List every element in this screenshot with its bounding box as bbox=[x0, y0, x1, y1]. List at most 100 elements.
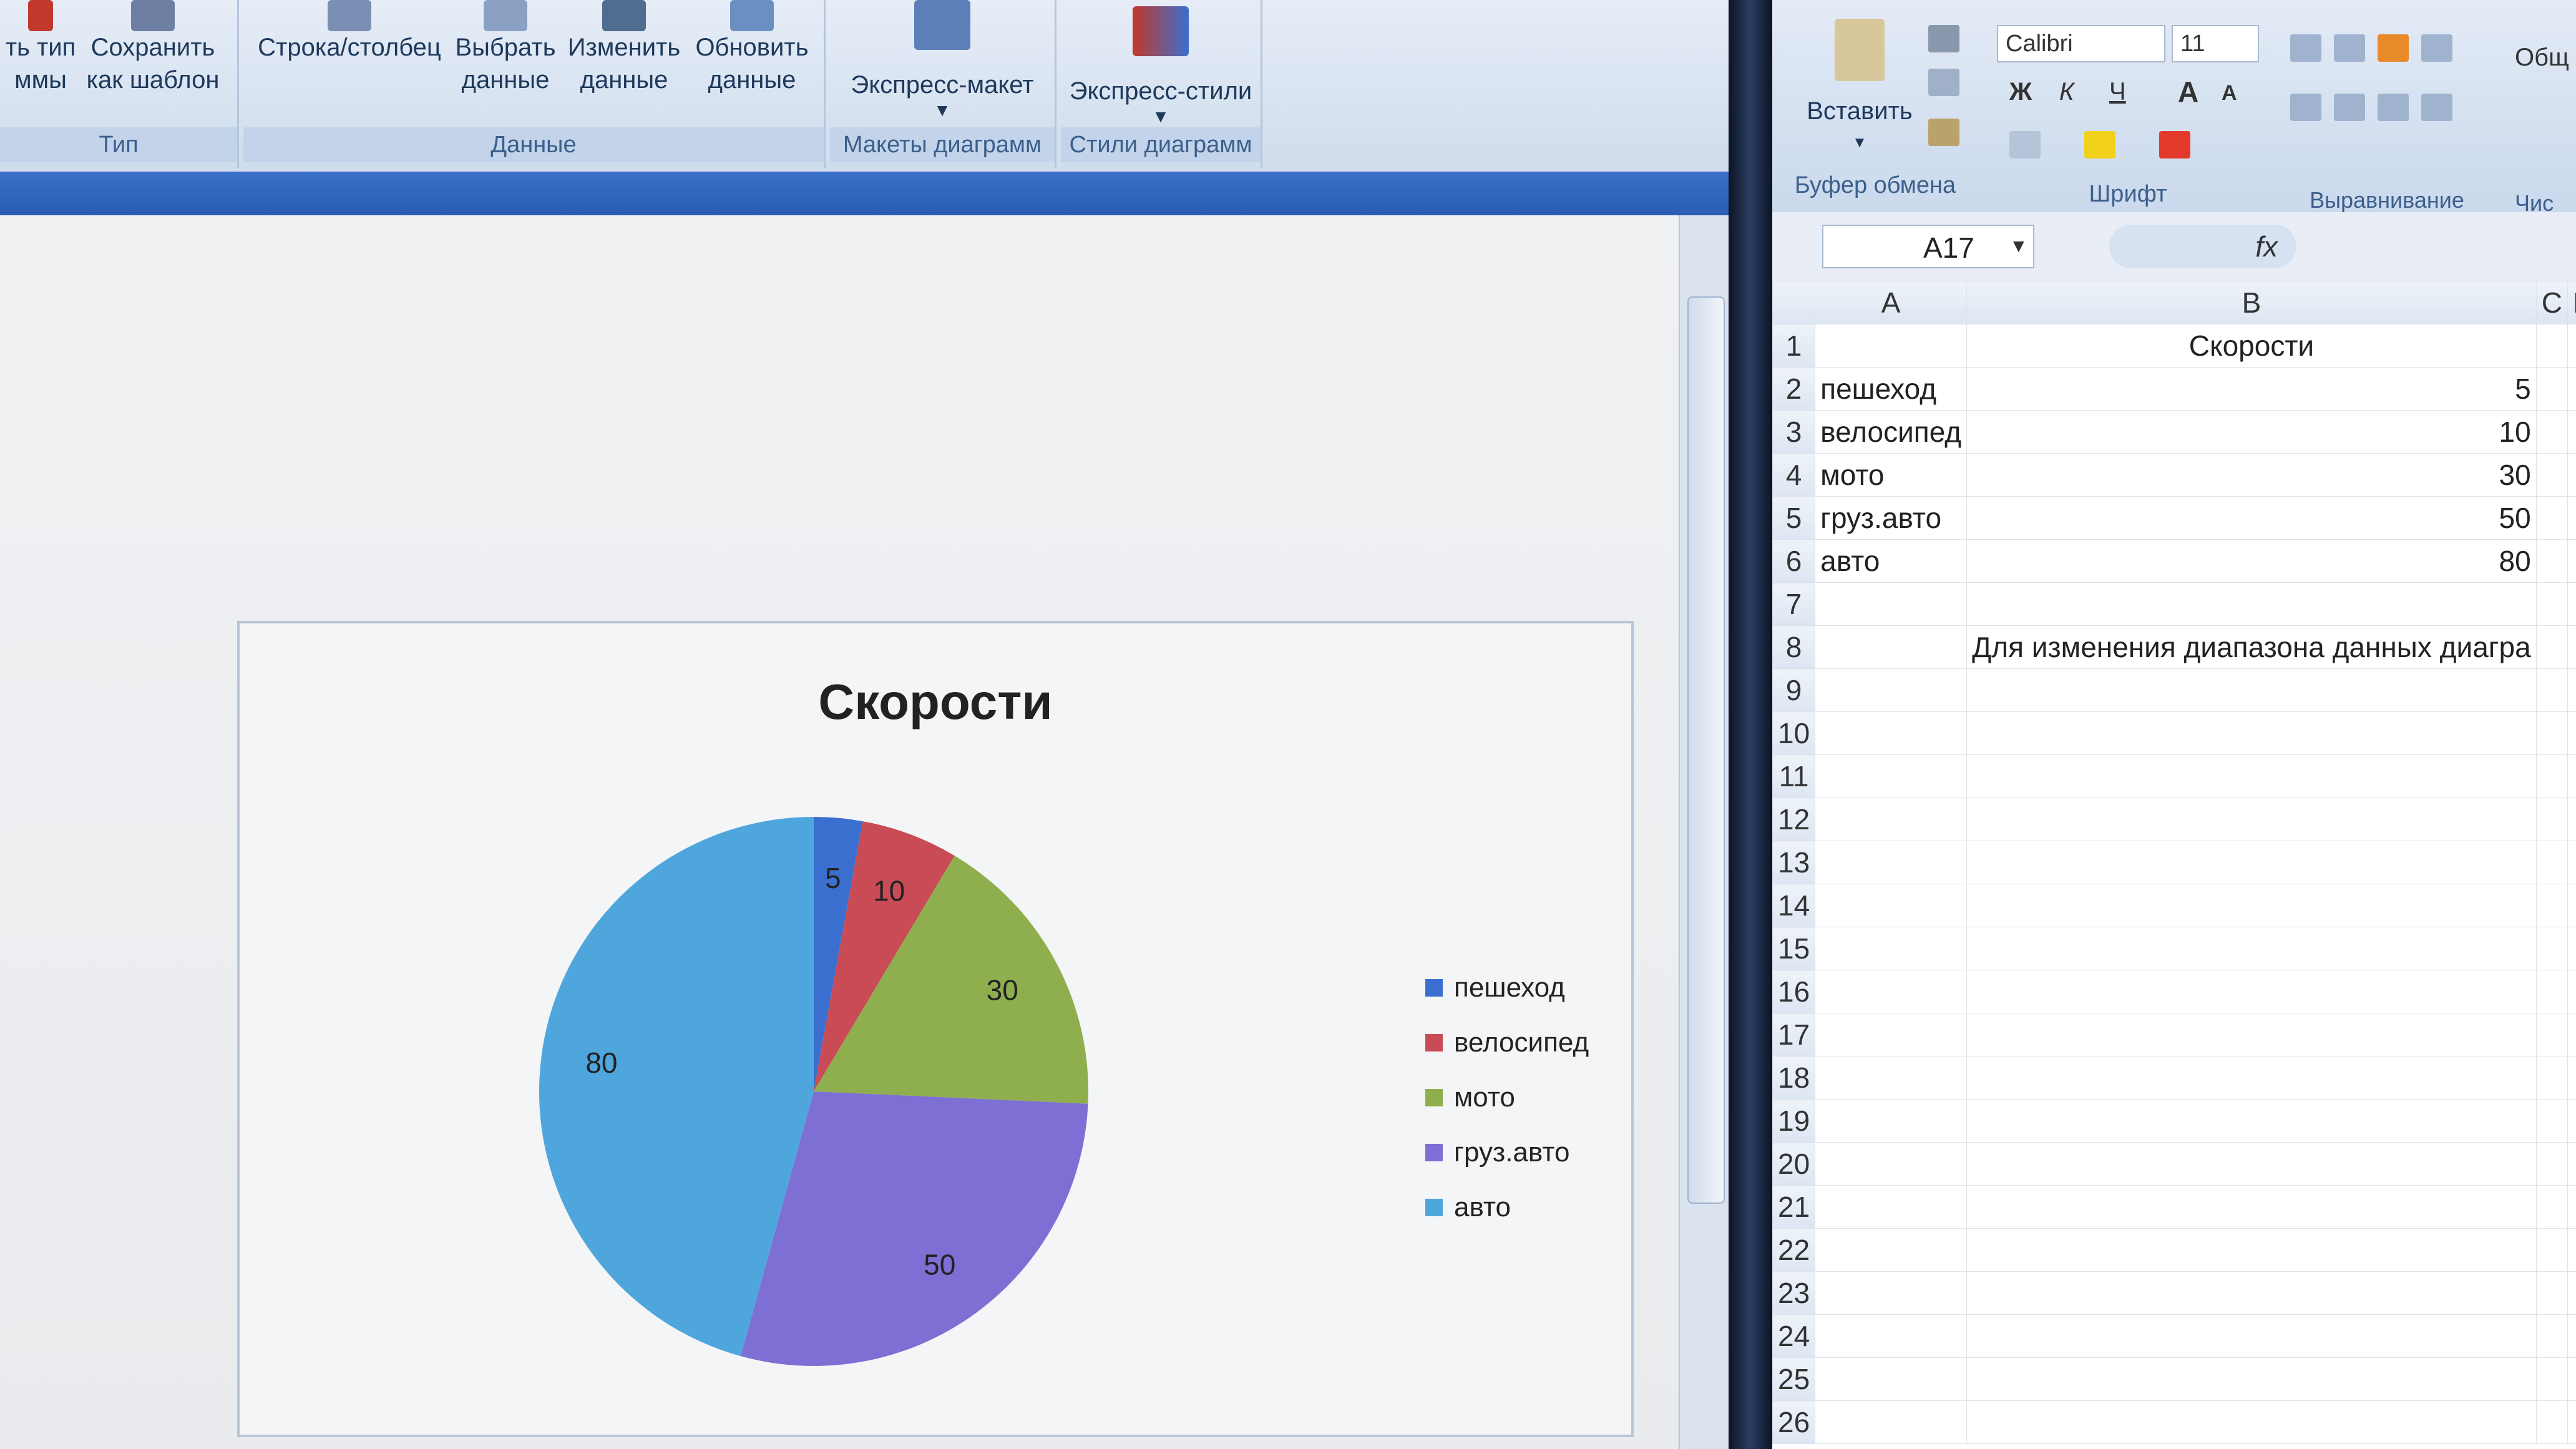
cell-c[interactable] bbox=[2535, 754, 2568, 798]
cell-a[interactable] bbox=[1815, 884, 1968, 927]
row-header[interactable]: 21 bbox=[1772, 1185, 1816, 1229]
pie-data-label-0[interactable]: 5 bbox=[825, 862, 841, 894]
row-header[interactable]: 7 bbox=[1772, 582, 1816, 626]
paste-button[interactable]: Вставить ▼ bbox=[1797, 19, 1922, 154]
align-top-icon[interactable] bbox=[2290, 34, 2321, 62]
cell-a[interactable] bbox=[1815, 754, 1968, 798]
quick-styles-button[interactable]: Экспресс-стили ▼ bbox=[1061, 0, 1261, 126]
cell-b[interactable] bbox=[1966, 1400, 2537, 1444]
row-header[interactable]: 22 bbox=[1772, 1228, 1816, 1272]
chart-legend[interactable]: пешеход велосипед мото груз.авто авто bbox=[1425, 960, 1589, 1235]
pie-data-label-4[interactable]: 80 bbox=[585, 1046, 617, 1079]
row-header[interactable]: 5 bbox=[1772, 496, 1816, 540]
cell-c[interactable] bbox=[2535, 1099, 2568, 1143]
cell-a[interactable] bbox=[1815, 1142, 1968, 1186]
cell-a[interactable] bbox=[1815, 711, 1968, 755]
cell-a[interactable]: авто bbox=[1815, 539, 1968, 583]
copy-icon[interactable] bbox=[1928, 69, 1959, 96]
cell-a[interactable] bbox=[1815, 1400, 1968, 1444]
font-color-icon[interactable] bbox=[2159, 131, 2190, 159]
cell-a[interactable]: велосипед bbox=[1815, 410, 1968, 454]
row-header[interactable]: 4 bbox=[1772, 453, 1816, 497]
row-header[interactable]: 12 bbox=[1772, 798, 1816, 841]
cell-c[interactable] bbox=[2535, 496, 2568, 540]
change-chart-type-button[interactable]: ть тип ммы bbox=[0, 0, 81, 96]
column-header-a[interactable]: A bbox=[1815, 281, 1968, 324]
fill-color-icon[interactable] bbox=[2084, 131, 2115, 159]
cell-c[interactable] bbox=[2535, 367, 2568, 411]
cell-c[interactable] bbox=[2535, 841, 2568, 884]
cell-b[interactable] bbox=[1966, 582, 2537, 626]
row-header[interactable]: 23 bbox=[1772, 1271, 1816, 1315]
cell-b[interactable]: 30 bbox=[1966, 453, 2537, 497]
legend-item[interactable]: велосипед bbox=[1425, 1015, 1589, 1070]
legend-item[interactable]: груз.авто bbox=[1425, 1125, 1589, 1180]
cell-a[interactable] bbox=[1815, 841, 1968, 884]
cell-c[interactable] bbox=[2535, 410, 2568, 454]
cell-a[interactable]: пешеход bbox=[1815, 367, 1968, 411]
chevron-down-icon[interactable]: ▼ bbox=[2009, 236, 2028, 257]
legend-item[interactable]: авто bbox=[1425, 1180, 1589, 1235]
cell-d[interactable] bbox=[2567, 711, 2576, 755]
row-header[interactable]: 1 bbox=[1772, 324, 1816, 368]
cell-b[interactable] bbox=[1966, 1056, 2537, 1100]
cell-c[interactable] bbox=[2535, 1056, 2568, 1100]
cell-d[interactable] bbox=[2567, 410, 2576, 454]
cell-d[interactable] bbox=[2567, 582, 2576, 626]
align-bottom-icon[interactable] bbox=[2378, 34, 2409, 62]
save-as-template-button[interactable]: Сохранить как шаблон bbox=[75, 0, 231, 96]
cell-b[interactable] bbox=[1966, 798, 2537, 841]
pie-chart[interactable]: 5 10 30 50 80 bbox=[502, 779, 1126, 1403]
cell-d[interactable] bbox=[2567, 1357, 2576, 1401]
legend-item[interactable]: пешеход bbox=[1425, 960, 1589, 1015]
cell-b[interactable] bbox=[1966, 841, 2537, 884]
cell-c[interactable] bbox=[2535, 582, 2568, 626]
cell-b[interactable] bbox=[1966, 754, 2537, 798]
pie-data-label-2[interactable]: 30 bbox=[987, 973, 1018, 1006]
cell-d[interactable] bbox=[2567, 1013, 2576, 1056]
cell-c[interactable] bbox=[2535, 1185, 2568, 1229]
edit-data-button[interactable]: Изменить данные bbox=[562, 0, 686, 96]
cell-a[interactable]: груз.авто bbox=[1815, 496, 1968, 540]
switch-row-column-button[interactable]: Строка/столбец bbox=[250, 0, 449, 64]
row-header[interactable]: 17 bbox=[1772, 1013, 1816, 1056]
cell-c[interactable] bbox=[2535, 1400, 2568, 1444]
cell-b[interactable] bbox=[1966, 884, 2537, 927]
cell-c[interactable] bbox=[2535, 1013, 2568, 1056]
scrollbar-thumb[interactable] bbox=[1687, 296, 1725, 1204]
wrap-text-icon[interactable] bbox=[2421, 34, 2452, 62]
row-header[interactable]: 2 bbox=[1772, 367, 1816, 411]
shrink-font-icon[interactable]: A bbox=[2222, 81, 2237, 105]
legend-item[interactable]: мото bbox=[1425, 1070, 1589, 1125]
cell-a[interactable] bbox=[1815, 625, 1968, 669]
cell-d[interactable] bbox=[2567, 841, 2576, 884]
cell-a[interactable] bbox=[1815, 927, 1968, 970]
cell-b[interactable] bbox=[1966, 1142, 2537, 1186]
quick-layout-button[interactable]: Экспресс-макет ▼ bbox=[830, 0, 1055, 120]
row-header[interactable]: 14 bbox=[1772, 884, 1816, 927]
cell-b[interactable]: Скорости bbox=[1966, 324, 2537, 368]
cell-d[interactable] bbox=[2567, 1271, 2576, 1315]
cell-d[interactable] bbox=[2567, 668, 2576, 712]
cell-d[interactable] bbox=[2567, 1056, 2576, 1100]
cell-d[interactable] bbox=[2567, 625, 2576, 669]
cell-a[interactable] bbox=[1815, 1013, 1968, 1056]
font-name-select[interactable]: Calibri bbox=[1997, 25, 2165, 62]
insert-function-button[interactable]: fx bbox=[2109, 225, 2296, 268]
cell-a[interactable] bbox=[1815, 970, 1968, 1013]
row-header[interactable]: 16 bbox=[1772, 970, 1816, 1013]
cell-d[interactable] bbox=[2567, 539, 2576, 583]
cell-b[interactable] bbox=[1966, 1099, 2537, 1143]
pie-data-label-3[interactable]: 50 bbox=[924, 1249, 955, 1281]
bold-button[interactable]: Ж bbox=[2009, 78, 2032, 106]
align-right-icon[interactable] bbox=[2378, 94, 2409, 121]
column-header-c[interactable]: C bbox=[2535, 281, 2568, 324]
number-format-select[interactable]: Общ bbox=[2515, 44, 2569, 72]
cell-c[interactable] bbox=[2535, 970, 2568, 1013]
name-box[interactable]: A17 bbox=[1822, 225, 2034, 268]
cell-a[interactable] bbox=[1815, 1271, 1968, 1315]
align-left-icon[interactable] bbox=[2290, 94, 2321, 121]
row-header[interactable]: 19 bbox=[1772, 1099, 1816, 1143]
underline-button[interactable]: Ч bbox=[2109, 78, 2126, 106]
cell-a[interactable] bbox=[1815, 668, 1968, 712]
